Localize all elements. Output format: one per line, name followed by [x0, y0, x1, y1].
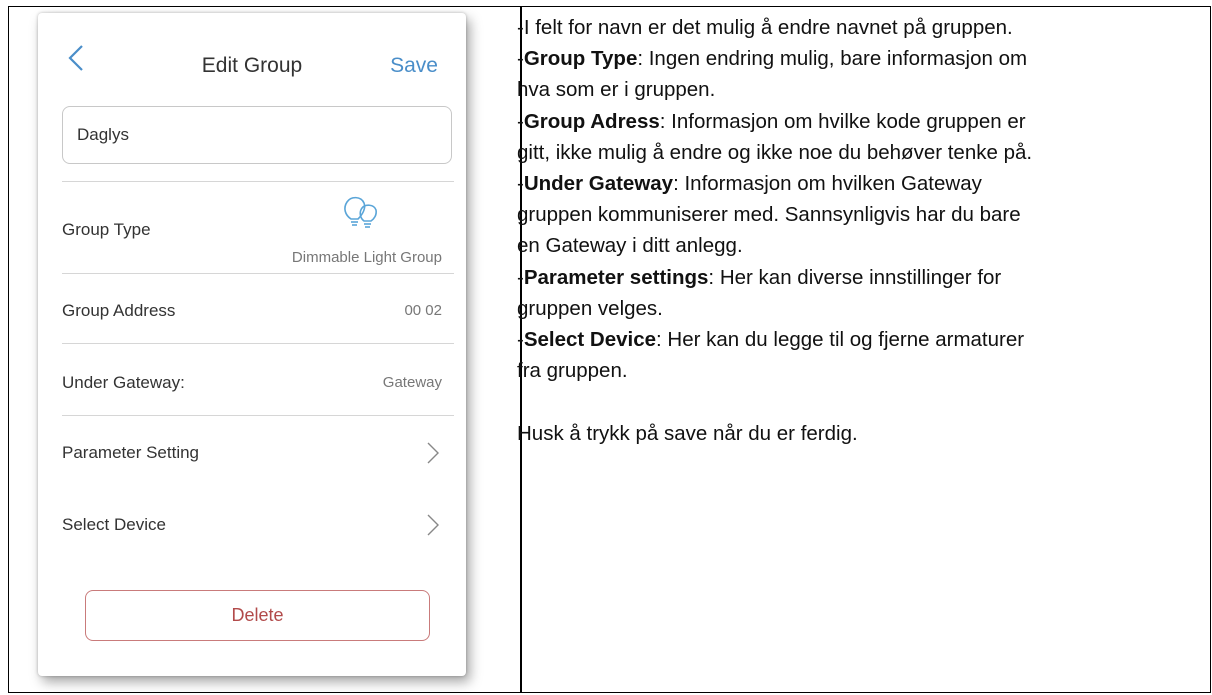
desc-text: gruppen velges.: [517, 296, 663, 320]
desc-text: gruppen kommuniserer med. Sannsynligvis …: [517, 203, 1021, 227]
desc-line: -Parameter settings: Her kan diverse inn…: [517, 262, 1207, 293]
term-parameter-settings: Parameter settings: [523, 265, 709, 289]
under-gateway-label: Under Gateway:: [62, 373, 185, 392]
desc-prefix: -: [517, 109, 524, 133]
header: Edit Group Save: [38, 13, 466, 83]
parameter-setting-row[interactable]: Parameter Setting: [38, 418, 466, 488]
desc-text: gitt, ikke mulig å endre og ikke noe du …: [517, 140, 1033, 164]
delete-button[interactable]: Delete: [85, 590, 430, 641]
select-device-label: Select Device: [62, 515, 166, 534]
desc-text: en Gateway i ditt anlegg.: [517, 234, 743, 258]
divider: [62, 343, 454, 344]
desc-line: gruppen velges.: [517, 293, 1207, 324]
term-group-adress: Group Adress: [523, 109, 660, 133]
parameter-setting-label: Parameter Setting: [62, 443, 200, 462]
group-type-value: Dimmable Light Group: [291, 249, 442, 266]
group-name-field[interactable]: [62, 106, 452, 164]
desc-reminder: Husk å trykk på save når du er ferdig.: [517, 421, 858, 445]
group-address-label: Group Address: [62, 301, 176, 320]
dimmable-bulbs-icon: [344, 196, 377, 228]
desc-line: gitt, ikke mulig å endre og ikke noe du …: [517, 137, 1207, 168]
desc-line: fra gruppen.: [517, 355, 1207, 386]
desc-line: hva som er i gruppen.: [517, 74, 1207, 105]
desc-prefix: -: [517, 328, 524, 352]
chevron-right-icon: [427, 514, 439, 536]
desc-prefix: -: [517, 47, 524, 71]
desc-text: : Her kan diverse innstillinger for: [708, 265, 1002, 289]
desc-line: gruppen kommuniserer med. Sannsynligvis …: [517, 199, 1207, 230]
divider: [62, 273, 454, 274]
term-under-gateway: Under Gateway: [523, 172, 674, 196]
description-text: -I felt for navn er det mulig å endre na…: [517, 12, 1207, 449]
desc-prefix: -: [517, 265, 524, 289]
divider: [62, 415, 454, 416]
desc-text: : Informasjon om hvilke kode gruppen er: [659, 109, 1026, 133]
chevron-right-icon: [427, 442, 439, 464]
save-button[interactable]: Save: [390, 54, 438, 78]
term-select-device: Select Device: [523, 328, 657, 352]
phone-screenshot: Edit Group Save Group Type Dimmable Ligh…: [38, 13, 466, 676]
desc-line: en Gateway i ditt anlegg.: [517, 230, 1207, 261]
desc-text: : Informasjon om hvilken Gateway: [673, 172, 982, 196]
desc-intro: -I felt for navn er det mulig å endre na…: [517, 16, 1013, 39]
select-device-row[interactable]: Select Device: [38, 490, 466, 560]
desc-text: hva som er i gruppen.: [517, 78, 716, 102]
desc-prefix: -: [517, 172, 524, 196]
desc-line: Husk å trykk på save når du er ferdig.: [517, 418, 1207, 449]
desc-text: : Ingen endring mulig, bare informasjon …: [637, 47, 1028, 71]
group-address-value: 00 02: [404, 302, 442, 319]
group-type-label: Group Type: [62, 220, 151, 239]
desc-text: : Her kan du legge til og fjerne armatur…: [656, 328, 1025, 352]
divider: [62, 181, 454, 182]
desc-line: -Group Adress: Informasjon om hvilke kod…: [517, 106, 1207, 137]
desc-text: fra gruppen.: [517, 359, 628, 383]
term-group-type: Group Type: [523, 47, 638, 71]
under-gateway-value: Gateway: [382, 374, 442, 391]
desc-line: -Select Device: Her kan du legge til og …: [517, 324, 1207, 355]
desc-line: -Group Type: Ingen endring mulig, bare i…: [517, 43, 1207, 74]
desc-line: -I felt for navn er det mulig å endre na…: [517, 12, 1207, 43]
desc-line: -Under Gateway: Informasjon om hvilken G…: [517, 168, 1207, 199]
